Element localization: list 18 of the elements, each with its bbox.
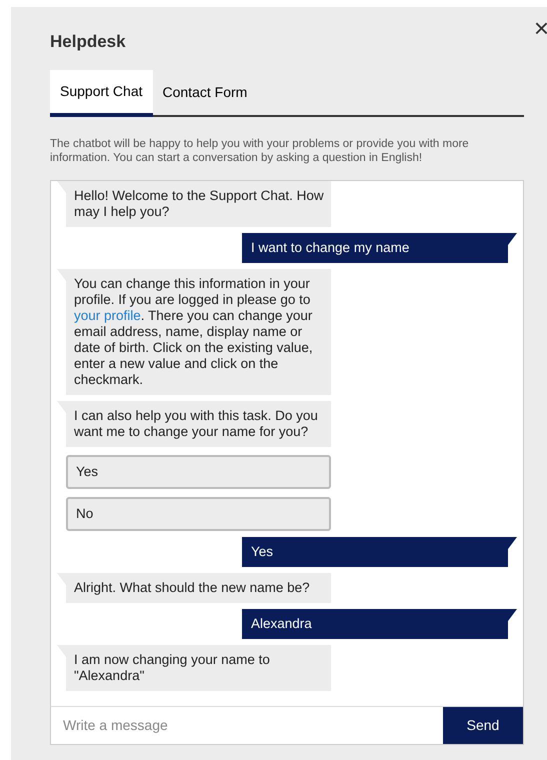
reply-option[interactable]: No xyxy=(66,497,331,531)
bot-message: Hello! Welcome to the Support Chat. How may I help you? xyxy=(57,181,331,227)
intro-text: The chatbot will be happy to help you with your problems or provide you with more information. You can start a conversation by asking a question in English! xyxy=(50,137,470,165)
tab[interactable]: Support Chat xyxy=(50,70,152,117)
user-message: I want to change my name xyxy=(242,233,517,263)
bot-message: You can change this information in your profile. If you are logged in please go to your profile. There you can change your email address, name, display name or date of birth. Click on the existing value, enter a new value and click on the checkmark. xyxy=(57,269,331,395)
tab[interactable]: Contact Form xyxy=(152,70,258,115)
dialog-title: Helpdesk xyxy=(50,31,126,52)
bot-message: Alright. What should the new name be? xyxy=(57,573,331,603)
bot-message: I am now changing your name to "Alexandra" xyxy=(57,645,331,691)
user-message: Alexandra xyxy=(242,609,517,639)
user-message: Yes xyxy=(242,537,517,567)
bot-message: I can also help you with this task. Do you want me to change your name for you? xyxy=(57,401,331,447)
reply-option[interactable]: Yes xyxy=(66,455,331,489)
close-button[interactable]: × xyxy=(532,15,547,41)
send-button[interactable]: Send xyxy=(443,707,523,744)
profile-link[interactable]: your profile xyxy=(74,308,141,323)
message-input[interactable]: Write a message xyxy=(51,707,443,744)
